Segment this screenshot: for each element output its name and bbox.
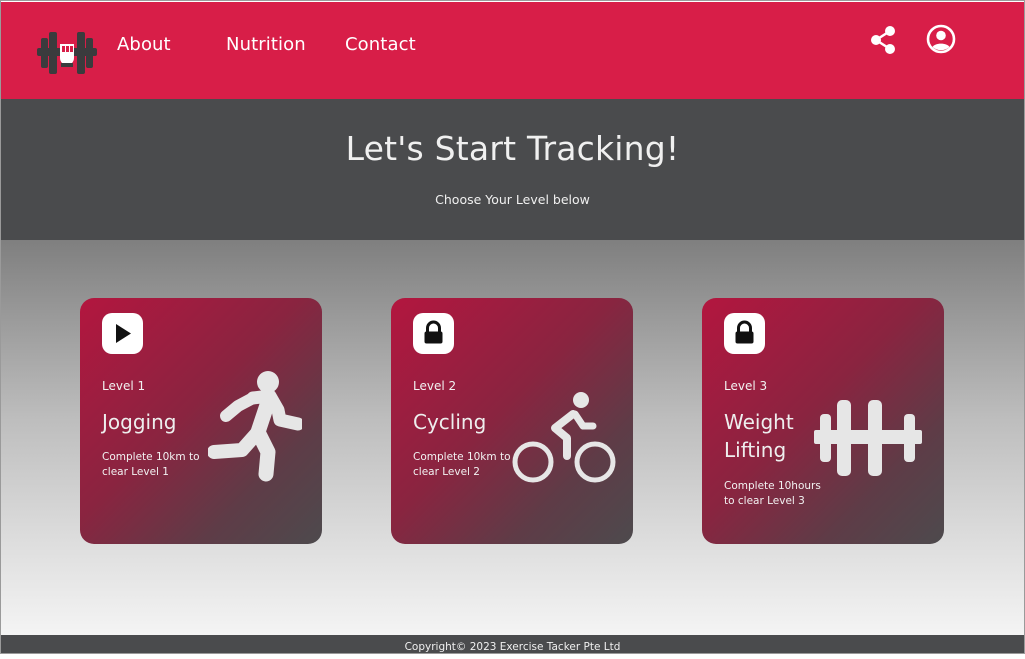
- card-level-label: Level 2: [413, 379, 457, 393]
- play-button[interactable]: [102, 313, 143, 354]
- nav-link-about[interactable]: About: [117, 34, 171, 55]
- card-description: Complete 10hours to clear Level 3: [724, 480, 821, 507]
- nav-link-nutrition[interactable]: Nutrition: [226, 34, 306, 55]
- card-title: Jogging: [102, 410, 177, 434]
- account-circle-icon[interactable]: [926, 24, 956, 54]
- card-level-label: Level 3: [724, 379, 768, 393]
- level-card-cycling[interactable]: Level 2 Cycling Complete 10km to clear L…: [391, 298, 633, 544]
- running-person-icon: [208, 371, 302, 482]
- share-icon[interactable]: [869, 25, 897, 55]
- lock-badge: [413, 313, 454, 354]
- hero-subtitle: Choose Your Level below: [435, 192, 590, 207]
- lock-badge: [724, 313, 765, 354]
- footer: Copyright© 2023 Exercise Tacker Pte Ltd: [0, 635, 1025, 654]
- lock-icon: [424, 320, 443, 344]
- card-level-label: Level 1: [102, 379, 146, 393]
- level-card-jogging[interactable]: Level 1 Jogging Complete 10km to clear L…: [80, 298, 322, 544]
- level-card-weight-lifting[interactable]: Level 3 Weight Lifting Complete 10hours …: [702, 298, 944, 544]
- card-title: Cycling: [413, 410, 487, 434]
- card-description: Complete 10km to clear Level 2: [413, 451, 511, 478]
- fist-dumbbell-logo[interactable]: [35, 30, 99, 76]
- copyright-text: Copyright© 2023 Exercise Tacker Pte Ltd: [404, 641, 621, 653]
- lock-icon: [735, 320, 754, 344]
- card-description: Complete 10km to clear Level 1: [102, 451, 200, 478]
- nav-link-contact[interactable]: Contact: [345, 34, 416, 55]
- level-selection-area: Level 1 Jogging Complete 10km to clear L…: [0, 240, 1025, 635]
- navbar: About Nutrition Contact: [0, 0, 1025, 99]
- dumbbell-icon: [814, 400, 922, 476]
- hero-section: Let's Start Tracking! Choose Your Level …: [0, 99, 1025, 240]
- play-icon: [116, 324, 131, 343]
- cyclist-icon: [512, 392, 616, 483]
- page-title: Let's Start Tracking!: [345, 129, 680, 168]
